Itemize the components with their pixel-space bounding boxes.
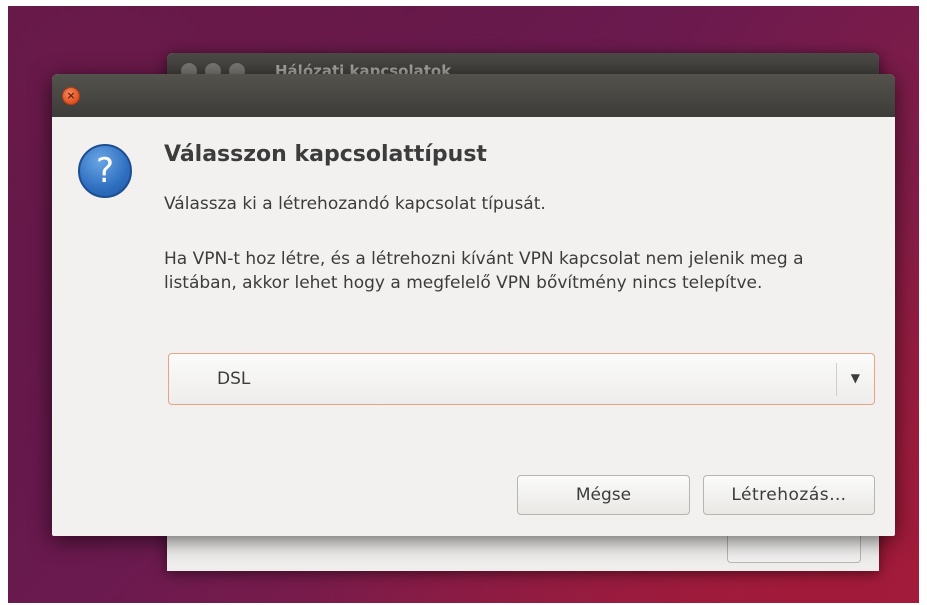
close-icon[interactable]: × bbox=[62, 87, 80, 105]
connection-type-dropdown[interactable]: DSL ▼ bbox=[168, 353, 875, 405]
connection-type-dialog: × ? Válasszon kapcsolattípust Válassza k… bbox=[52, 74, 895, 536]
dialog-heading: Válasszon kapcsolattípust bbox=[164, 142, 487, 167]
parent-window-button bbox=[727, 533, 861, 563]
dialog-subtext: Válassza ki a létrehozandó kapcsolat típ… bbox=[164, 194, 546, 214]
chevron-down-icon[interactable]: ▼ bbox=[851, 371, 860, 385]
create-button[interactable]: Létrehozás… bbox=[703, 475, 875, 515]
dialog-info-text: Ha VPN-t hoz létre, és a létrehozni kívá… bbox=[164, 249, 804, 293]
cancel-button[interactable]: Mégse bbox=[517, 475, 690, 515]
question-icon: ? bbox=[78, 144, 132, 198]
connection-type-selected: DSL bbox=[217, 369, 251, 389]
dialog-titlebar: × bbox=[52, 74, 895, 117]
dropdown-separator bbox=[836, 363, 837, 396]
